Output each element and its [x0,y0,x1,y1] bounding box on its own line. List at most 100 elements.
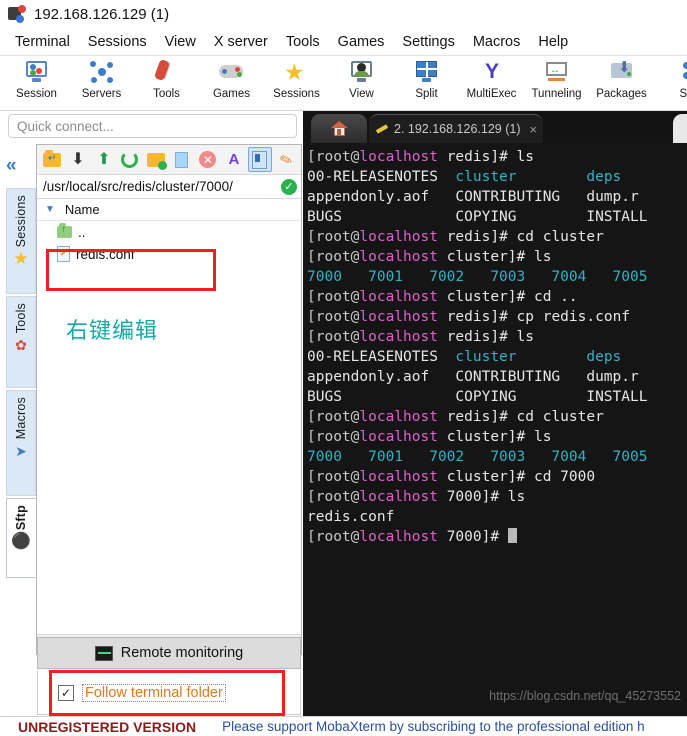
packages-box-icon: ⬇ [608,59,635,86]
home-tab[interactable] [311,114,367,143]
remote-monitoring-button[interactable]: Remote monitoring [37,637,301,669]
sidebar-tab-sessions[interactable]: Sessions ★ [6,188,36,294]
split-view-icon[interactable] [247,147,272,172]
quick-connect-input[interactable]: Quick connect... [8,114,297,138]
menu-settings[interactable]: Settings [393,32,463,52]
terminal-text: 7000 7001 7002 7003 7004 7005 [307,449,648,465]
terminal-output[interactable]: [root@localhost redis]# ls 00-RELEASENOTE… [303,143,687,717]
terminal-text: deps [586,349,622,365]
upload-icon[interactable]: ⬆ [92,147,116,172]
sidebar-tab-sftp[interactable]: Sftp ⚫ [6,498,36,578]
delete-icon[interactable]: ✕ [196,147,220,172]
sftp-browser-panel: ↵ ⬇ ⬆ ✕ A ✎ ✓ ▼ Name ↑ .. redi [36,144,302,655]
toolbar-session-label: Session [16,88,57,100]
menu-help[interactable]: Help [529,32,577,52]
sidebar-tab-macros[interactable]: Macros ➤ [6,390,36,496]
list-item[interactable]: redis.conf [37,243,301,265]
sftp-path-input[interactable] [41,178,277,195]
sftp-column-header[interactable]: ▼ Name [37,199,301,221]
terminal-text: localhost [359,329,438,345]
toolbar-packages-label: Packages [596,88,647,100]
terminal-text: localhost [359,469,438,485]
follow-terminal-folder-row[interactable]: ✓ Follow terminal folder [37,671,301,715]
menu-sessions[interactable]: Sessions [79,32,156,52]
terminal-line: redis.conf [307,507,687,527]
menu-tools[interactable]: Tools [277,32,329,52]
terminal-text: [root@ [307,249,360,265]
list-item[interactable]: ↑ .. [37,221,301,243]
toolbar-view[interactable]: View [329,56,394,100]
terminal-text: [root@ [307,489,360,505]
new-file-icon[interactable] [170,147,194,172]
toolbar-settings[interactable]: Se [654,56,687,100]
follow-terminal-folder-checkbox[interactable]: ✓ [58,684,74,701]
terminal-line: [root@localhost cluster]# ls [307,427,687,447]
refresh-icon[interactable] [118,147,142,172]
toolbar-packages[interactable]: ⬇ Packages [589,56,654,100]
terminal-text: [root@ [307,469,360,485]
status-message: Please support MobaXterm by subscribing … [222,719,645,734]
session-tab[interactable]: 2. 192.168.126.129 (1) × [369,114,543,143]
toolbar-games[interactable]: Games [199,56,264,100]
session-monitor-icon [23,59,50,86]
terminal-text: 7000 7001 7002 7003 7004 7005 [307,269,648,285]
toolbar-tools-label: Tools [153,88,180,100]
check-circle-icon: ✓ [281,178,297,195]
sidebar-tab-tools[interactable]: Tools ✿ [6,296,36,388]
toolbar-tunneling[interactable]: ↔ Tunneling [524,56,589,100]
collapse-sidebar-icon[interactable]: « [6,155,16,177]
toolbar-split[interactable]: Split [394,56,459,100]
new-tab-button[interactable] [673,114,687,143]
download-icon[interactable]: ⬇ [66,147,90,172]
new-folder-icon[interactable] [144,147,168,172]
sessions-star-icon: ★ [284,59,305,85]
terminal-cursor [507,528,517,543]
terminal-line: [root@localhost cluster]# cd .. [307,287,687,307]
settings-gear-icon [673,59,687,86]
menu-terminal[interactable]: Terminal [6,32,79,52]
toolbar-sessions-label: Sessions [273,88,320,100]
status-bar: UNREGISTERED VERSION Please support Moba… [0,716,687,736]
sftp-toolbar: ↵ ⬇ ⬆ ✕ A ✎ [37,145,301,175]
toolbar-split-label: Split [415,88,438,100]
terminal-text: appendonly.aof CONTRIBUTING dump.r [307,189,639,205]
session-tab-label: 2. 192.168.126.129 (1) [394,122,521,136]
terminal-text: cluster]# cd 7000 [437,469,596,485]
terminal-text: [root@ [307,329,360,345]
sidebar-tab-sftp-label: Sftp [14,505,28,531]
close-icon[interactable]: × [523,122,537,137]
monitor-graph-icon [94,645,113,661]
config-file-icon [57,246,70,262]
menu-view[interactable]: View [156,32,205,52]
parent-folder-icon: ↑ [57,223,72,238]
toolbar-tools[interactable]: Tools [134,56,199,100]
toolbar-multiexec[interactable]: Y MultiExec [459,56,524,100]
terminal-line: [root@localhost 7000]# [307,527,687,547]
toolbar-multiexec-label: MultiExec [466,88,517,100]
toolbar-sessions[interactable]: ★ Sessions [264,56,329,101]
terminal-text: cluster]# ls [437,429,552,445]
terminal-text: localhost [359,529,438,545]
edit-wand-icon[interactable]: ✎ [274,147,298,172]
terminal-text: [root@ [307,149,360,165]
toolbar-session[interactable]: Session [4,56,69,100]
terminal-text: localhost [359,229,438,245]
terminal-text: 7000]# [437,529,508,545]
view-monitor-icon [348,59,375,86]
terminal-text: 00-RELEASENOTES [307,169,456,185]
text-mode-icon[interactable]: A [222,147,246,172]
menu-x-server[interactable]: X server [205,32,277,52]
menu-games[interactable]: Games [329,32,394,52]
terminal-line: 7000 7001 7002 7003 7004 7005 [307,447,687,467]
toolbar-servers[interactable]: Servers [69,56,134,100]
terminal-line: appendonly.aof CONTRIBUTING dump.r [307,187,687,207]
menu-macros[interactable]: Macros [464,32,530,52]
toolbar-view-label: View [349,88,374,100]
menu-bar: Terminal Sessions View X server Tools Ga… [0,28,687,56]
terminal-line: 00-RELEASENOTES cluster deps [307,347,687,367]
go-up-folder-icon[interactable]: ↵ [40,147,64,172]
terminal-line: BUGS COPYING INSTALL [307,207,687,227]
sftp-path-bar: ✓ [37,175,301,199]
terminal-line: [root@localhost redis]# cd cluster [307,227,687,247]
